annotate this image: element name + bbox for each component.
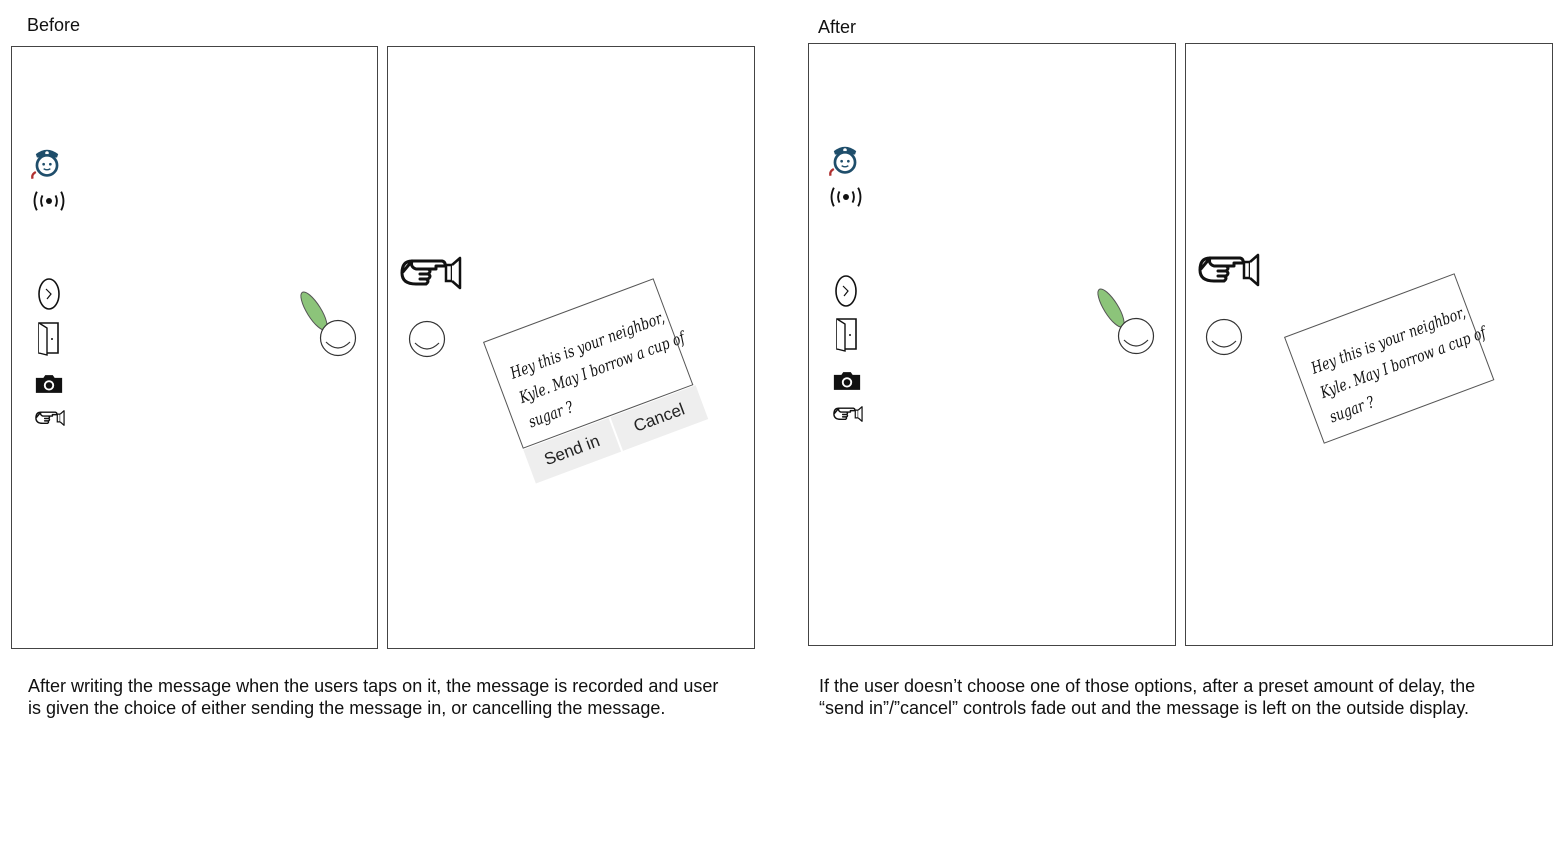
caption-line: is given the choice of either sending th… — [28, 698, 666, 718]
camera-icon[interactable] — [832, 369, 862, 392]
caption-line: If the user doesn’t choose one of those … — [819, 676, 1476, 696]
door-knob[interactable] — [1204, 317, 1244, 357]
pointing-speaker-icon[interactable] — [34, 408, 66, 428]
door-icon[interactable] — [834, 316, 860, 352]
caption-line: “send in”/”cancel” controls fade out and… — [819, 698, 1470, 718]
before-display-panel: Hey this is your neighbor, Kyle. May I b… — [387, 46, 755, 649]
pointing-speaker-icon — [398, 253, 464, 293]
pointing-speaker-icon[interactable] — [832, 404, 864, 424]
after-heading: After — [818, 17, 857, 37]
message-text: Hey this is your neighbor, Kyle. May I b… — [1308, 303, 1489, 430]
message-card[interactable]: Hey this is your neighbor, Kyle. May I b… — [483, 278, 709, 484]
door-knob[interactable] — [1116, 316, 1156, 356]
caption-line: After writing the message when the users… — [28, 676, 719, 696]
before-outside-panel — [11, 46, 378, 649]
alarm-signal-icon[interactable] — [827, 183, 865, 211]
door-knob[interactable] — [407, 319, 447, 359]
alarm-signal-icon[interactable] — [30, 187, 68, 215]
police-call-icon[interactable] — [826, 140, 864, 178]
pointing-speaker-icon — [1196, 250, 1262, 290]
doorbell-icon[interactable] — [834, 273, 858, 309]
after-outside-panel — [808, 43, 1176, 646]
door-icon[interactable] — [36, 320, 62, 356]
after-caption: If the user doesn’t choose one of those … — [819, 675, 1475, 719]
door-knob[interactable] — [318, 318, 358, 358]
before-caption: After writing the message when the users… — [28, 675, 718, 719]
police-call-icon[interactable] — [28, 143, 66, 181]
message-card: Hey this is your neighbor, Kyle. May I b… — [1284, 273, 1495, 444]
camera-icon[interactable] — [34, 372, 64, 395]
before-heading: Before — [27, 15, 81, 35]
doorbell-icon[interactable] — [37, 276, 61, 312]
after-display-panel: Hey this is your neighbor, Kyle. May I b… — [1185, 43, 1553, 646]
